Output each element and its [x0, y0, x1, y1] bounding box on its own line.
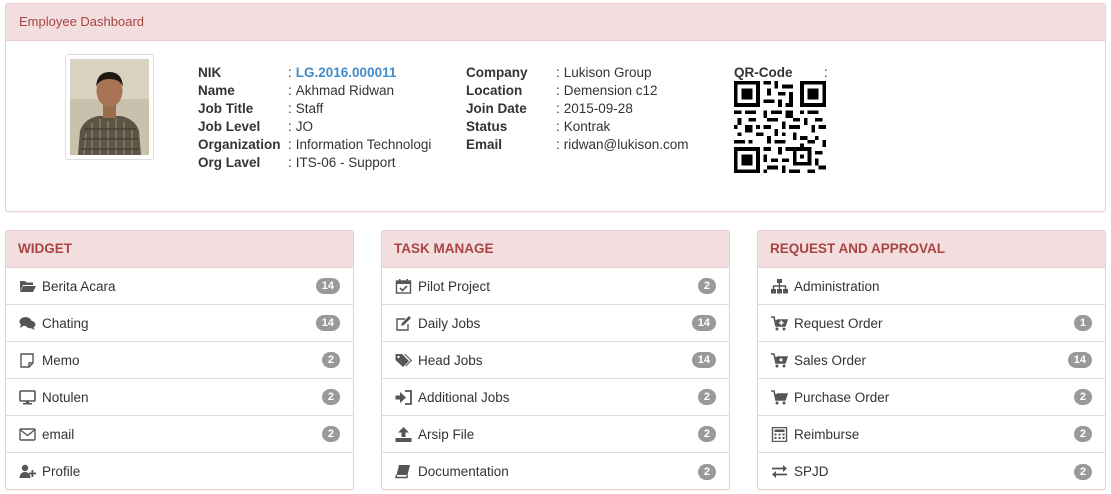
- task-item-additional-jobs[interactable]: Additional Jobs 2: [382, 379, 729, 416]
- organization-value: Information Technologi: [295, 137, 432, 152]
- user-plus-icon: [19, 464, 39, 480]
- org-level-label: Org Lavel: [198, 155, 261, 170]
- count-badge: 14: [1067, 352, 1092, 368]
- avatar: [70, 59, 149, 155]
- task-item-head-jobs[interactable]: Head Jobs 14: [382, 342, 729, 379]
- count-badge: 2: [1073, 426, 1092, 442]
- widget-item-berita-acara[interactable]: Berita Acara 14: [6, 268, 353, 305]
- count-badge: 2: [1073, 463, 1092, 480]
- company-value: Lukison Group: [563, 65, 652, 80]
- employee-photo: [65, 54, 154, 160]
- desktop-icon: [19, 389, 39, 405]
- cart-arrow-icon: [771, 352, 791, 368]
- widget-item-memo[interactable]: Memo 2: [6, 342, 353, 379]
- shopping-cart-icon: [771, 389, 791, 405]
- dashboard-title: Employee Dashboard: [6, 4, 1105, 41]
- count-badge: 14: [315, 315, 340, 331]
- qr-code-label: QR-Code: [734, 65, 793, 80]
- request-item-sales-order[interactable]: Sales Order 14: [758, 342, 1105, 379]
- task-item-pilot-project[interactable]: Pilot Project 2: [382, 268, 729, 305]
- request-item-administration[interactable]: Administration: [758, 268, 1105, 305]
- sticky-note-icon: [19, 352, 39, 368]
- calendar-check-icon: [395, 278, 415, 294]
- count-badge: 2: [697, 278, 716, 294]
- email-label: Email: [466, 137, 503, 152]
- employee-dashboard-panel: Employee Dashboard NIK: LG.2016.000011 Na…: [5, 3, 1106, 212]
- job-level-value: JO: [295, 119, 314, 134]
- envelope-icon: [19, 426, 39, 442]
- edit-icon: [395, 315, 415, 331]
- job-level-label: Job Level: [198, 119, 261, 134]
- sitemap-icon: [771, 278, 791, 294]
- count-badge: 2: [321, 426, 340, 442]
- nik-value[interactable]: LG.2016.000011: [296, 64, 397, 82]
- request-item-request-order[interactable]: Request Order 1: [758, 305, 1105, 342]
- widget-panel: WIDGET Berita Acara 14 Chating 14 Memo 2…: [5, 230, 354, 490]
- request-item-purchase-order[interactable]: Purchase Order 2: [758, 379, 1105, 416]
- count-badge: 2: [321, 389, 340, 405]
- widget-panel-title: WIDGET: [6, 231, 353, 268]
- cart-plus-icon: [771, 315, 791, 331]
- job-title-value: Staff: [295, 101, 324, 116]
- count-badge: 1: [1073, 315, 1092, 331]
- org-level-value: ITS-06 - Support: [295, 155, 396, 170]
- qr-code-image: [734, 81, 826, 173]
- request-panel-title: REQUEST AND APPROVAL: [758, 231, 1105, 268]
- widget-item-email[interactable]: email 2: [6, 416, 353, 453]
- request-item-reimburse[interactable]: Reimburse 2: [758, 416, 1105, 453]
- count-badge: 14: [691, 315, 716, 331]
- sign-in-icon: [395, 389, 415, 405]
- status-label: Status: [466, 119, 508, 134]
- count-badge: 2: [697, 463, 716, 480]
- exchange-icon: [771, 464, 791, 480]
- task-item-documentation[interactable]: Documentation 2: [382, 453, 729, 490]
- organization-label: Organization: [198, 137, 281, 152]
- comments-icon: [19, 315, 39, 331]
- count-badge: 2: [697, 426, 716, 442]
- join-date-label: Join Date: [466, 101, 527, 116]
- status-value: Kontrak: [563, 119, 611, 134]
- employee-info-right: Company: Lukison Group Location: Demension…: [466, 65, 689, 152]
- folder-open-icon: [19, 278, 39, 294]
- join-date-value: 2015-09-28: [563, 101, 633, 116]
- location-value: Demension c12: [563, 83, 658, 98]
- count-badge: 2: [697, 389, 716, 405]
- request-approval-panel: REQUEST AND APPROVAL Administration Requ…: [757, 230, 1106, 490]
- count-badge: 14: [315, 278, 340, 294]
- calculator-icon: [771, 426, 791, 442]
- upload-icon: [395, 426, 415, 442]
- request-item-spjd[interactable]: SPJD 2: [758, 453, 1105, 490]
- widget-item-profile[interactable]: Profile: [6, 453, 353, 490]
- email-value: ridwan@lukison.com: [563, 137, 689, 152]
- company-label: Company: [466, 65, 528, 80]
- name-label: Name: [198, 83, 235, 98]
- count-badge: 2: [1073, 389, 1092, 405]
- widget-item-notulen[interactable]: Notulen 2: [6, 379, 353, 416]
- nik-label: NIK: [198, 65, 222, 80]
- employee-info-left: NIK: LG.2016.000011 Name: Akhmad Ridwan Jo…: [198, 64, 432, 170]
- task-panel-title: TASK MANAGE: [382, 231, 729, 268]
- count-badge: 2: [321, 352, 340, 368]
- name-value: Akhmad Ridwan: [295, 83, 395, 98]
- book-icon: [395, 464, 415, 480]
- widget-item-chating[interactable]: Chating 14: [6, 305, 353, 342]
- location-label: Location: [466, 83, 523, 98]
- task-item-arsip-file[interactable]: Arsip File 2: [382, 416, 729, 453]
- task-manage-panel: TASK MANAGE Pilot Project 2 Daily Jobs 1…: [381, 230, 730, 490]
- count-badge: 14: [691, 352, 716, 368]
- job-title-label: Job Title: [198, 101, 254, 116]
- task-item-daily-jobs[interactable]: Daily Jobs 14: [382, 305, 729, 342]
- tags-icon: [395, 352, 415, 368]
